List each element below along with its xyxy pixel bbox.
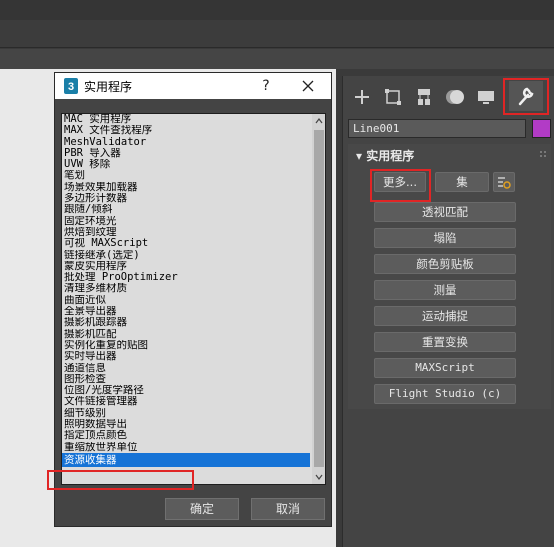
utility-button-3[interactable]: 颜色剪贴板 — [374, 254, 516, 274]
list-item[interactable]: 位图/光度学路径 — [62, 385, 310, 396]
list-item[interactable]: 清理多维材质 — [62, 283, 310, 294]
wrench-icon — [518, 87, 534, 106]
list-item[interactable]: 固定环境光 — [62, 216, 310, 227]
utilities-tab[interactable] — [509, 81, 543, 111]
app-icon: 3 — [64, 78, 78, 94]
utility-button-4[interactable]: 测量 — [374, 280, 516, 300]
modify-icon — [385, 89, 401, 105]
list-item[interactable]: 摄影机匹配 — [62, 329, 310, 340]
utility-button-6[interactable]: 重置变换 — [374, 332, 516, 352]
cancel-button[interactable]: 取消 — [251, 498, 325, 520]
list-item[interactable]: 实时导出器 — [62, 351, 310, 362]
svg-text:3: 3 — [68, 81, 74, 93]
list-item[interactable]: 细节级别 — [62, 408, 310, 419]
close-icon — [302, 80, 314, 92]
dialog-title: 实用程序 — [84, 80, 133, 94]
utilities-list-items: MAC 实用程序 MAX 文件查找程序 MeshValidator PBR 导入器 UV… — [62, 114, 310, 467]
utilities-list[interactable]: MAC 实用程序 MAX 文件查找程序 MeshValidator PBR 导入器 UV… — [61, 113, 326, 485]
display-icon — [478, 91, 494, 104]
list-item[interactable]: 链接继承(选定) — [62, 250, 310, 261]
display-tab[interactable] — [473, 84, 499, 110]
object-color-swatch[interactable] — [532, 119, 551, 138]
modify-tab[interactable] — [380, 84, 406, 110]
list-item[interactable]: 指定顶点颜色 — [62, 430, 310, 441]
list-item[interactable]: 场景效果加载器 — [62, 182, 310, 193]
utility-button-5[interactable]: 运动捕捉 — [374, 306, 516, 326]
list-item[interactable]: 曲面近似 — [62, 295, 310, 306]
list-scrollbar[interactable] — [312, 114, 325, 484]
list-item[interactable]: 图形检查 — [62, 374, 310, 385]
list-item[interactable]: 多边形计数器 — [62, 193, 310, 204]
list-item[interactable]: 文件链接管理器 — [62, 396, 310, 407]
list-item[interactable]: 可视 MAXScript — [62, 238, 310, 249]
list-item[interactable]: 实例化重复的贴图 — [62, 340, 310, 351]
close-button[interactable] — [295, 75, 321, 97]
list-item[interactable]: 重缩放世界单位 — [62, 442, 310, 453]
object-name-field[interactable]: Line001 — [348, 119, 526, 138]
list-item[interactable]: 笔划 — [62, 170, 310, 181]
list-item[interactable]: MeshValidator — [62, 137, 310, 148]
scroll-thumb[interactable] — [314, 130, 324, 467]
configure-icon — [498, 177, 511, 189]
list-item[interactable]: UVW 移除 — [62, 159, 310, 170]
more-button[interactable]: 更多... — [374, 172, 426, 192]
dialog-title-bar[interactable]: 3 实用程序 ? — [55, 73, 331, 99]
list-item[interactable]: 批处理 ProOptimizer — [62, 272, 310, 283]
utility-button-7[interactable]: MAXScript — [374, 358, 516, 378]
utility-button-8[interactable]: Flight Studio (c) — [374, 384, 516, 404]
utility-button-1[interactable]: 透视匹配 — [374, 202, 516, 222]
list-item[interactable]: 烘焙到纹理 — [62, 227, 310, 238]
utilities-dialog: 3 实用程序 ? MAC 实用程序 MAX 文件查找程序 MeshValidator… — [47, 72, 332, 527]
chevron-up-icon — [315, 118, 323, 124]
command-panel-tabs — [343, 76, 554, 118]
list-item[interactable]: 通道信息 — [62, 363, 310, 374]
help-button[interactable]: ? — [255, 75, 277, 97]
hierarchy-tab[interactable] — [411, 84, 437, 110]
utilities-rollout: ▾ 实用程序 更多... 集 透视匹配 塌陷 颜色剪贴板 测量 运动捕捉 重置变… — [348, 144, 551, 409]
list-item-selected[interactable]: 资源收集器 — [62, 452, 310, 467]
motion-icon — [446, 90, 464, 104]
list-item[interactable]: 照明数据导出 — [62, 419, 310, 430]
rollout-title[interactable]: ▾ 实用程序 — [356, 147, 414, 164]
configure-sets-button[interactable] — [493, 172, 515, 192]
list-item[interactable]: MAC 实用程序 — [62, 114, 310, 125]
list-item[interactable]: MAX 文件查找程序 — [62, 125, 310, 136]
list-item[interactable]: 摄影机跟踪器 — [62, 317, 310, 328]
list-item[interactable]: PBR 导入器 — [62, 148, 310, 159]
scroll-down-button[interactable] — [312, 470, 325, 484]
command-panel: Line001 ▾ 实用程序 更多... 集 透视匹配 塌陷 颜色剪贴板 测量 … — [342, 76, 554, 547]
plus-icon — [355, 90, 369, 104]
ribbon-strip — [0, 49, 554, 69]
create-tab[interactable] — [349, 84, 375, 110]
list-item[interactable]: 跟随/倾斜 — [62, 204, 310, 215]
sets-button[interactable]: 集 — [435, 172, 489, 192]
scroll-up-button[interactable] — [312, 114, 325, 128]
title-bar-strip — [0, 0, 554, 20]
grip-icon — [540, 151, 546, 157]
motion-tab[interactable] — [442, 84, 468, 110]
ok-button[interactable]: 确定 — [165, 498, 239, 520]
list-item[interactable]: 全景导出器 — [62, 306, 310, 317]
list-item[interactable]: 蒙皮实用程序 — [62, 261, 310, 272]
chevron-down-icon — [315, 474, 323, 480]
utility-button-2[interactable]: 塌陷 — [374, 228, 516, 248]
toolbar-strip — [0, 20, 554, 48]
hierarchy-icon — [418, 89, 430, 105]
